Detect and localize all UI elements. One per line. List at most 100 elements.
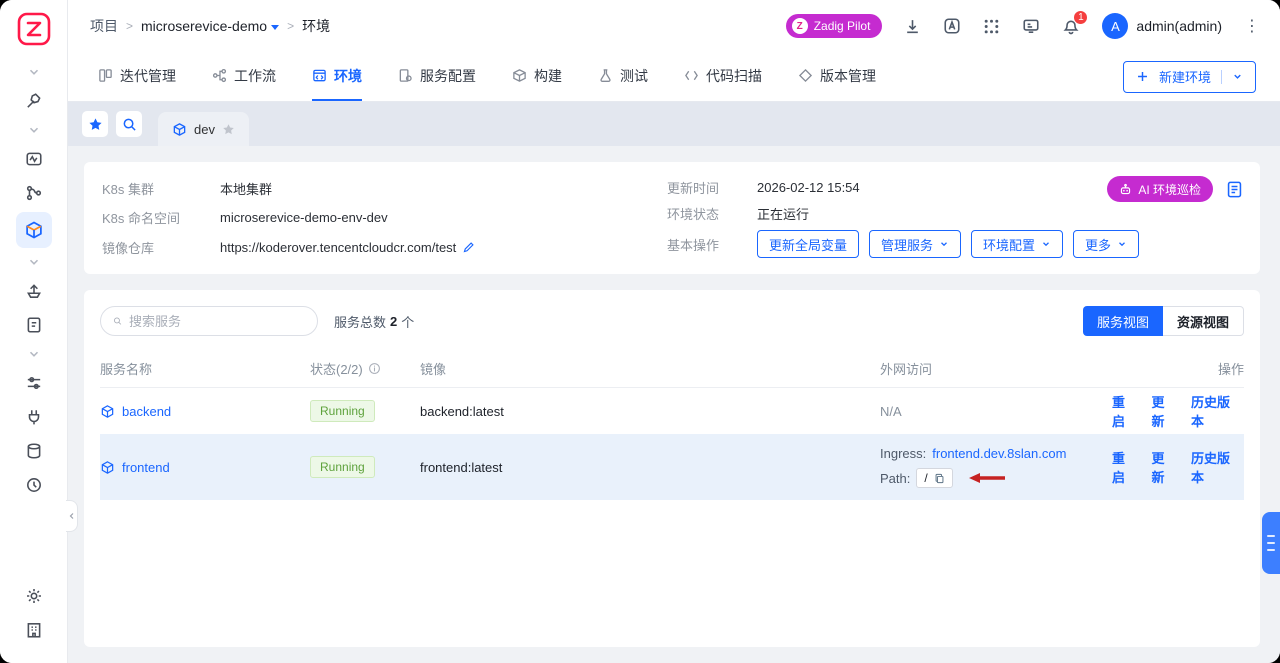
sidebar-bottom-group (16, 581, 52, 649)
ingress-label: Ingress: (880, 446, 926, 461)
zadig-logo[interactable] (17, 12, 51, 46)
col-status-label: 状态(2/2) (310, 359, 363, 378)
breadcrumb-separator: > (126, 19, 133, 33)
avatar: A (1102, 13, 1128, 39)
table-header: 服务名称 状态(2/2) 镜像 外网访问 操作 (100, 350, 1244, 388)
services-card: 服务总数 2 个 服务视图 资源视图 服务名称 状态(2/2) (84, 290, 1260, 647)
resource-view-toggle[interactable]: 资源视图 (1163, 306, 1244, 336)
topbar-actions: Z Zadig Pilot 1 (786, 13, 1260, 39)
more-button[interactable]: 更多 (1073, 230, 1139, 258)
env-info-left: K8s 集群 本地集群 K8s 命名空间 microserevice-demo-… (102, 178, 667, 258)
user-menu[interactable]: A admin(admin) (1102, 13, 1222, 39)
organization-icon[interactable] (16, 615, 52, 645)
settings-gear-icon[interactable] (16, 581, 52, 611)
service-actions: 重启 更新 历史版本 (1112, 392, 1244, 430)
delivery-icon[interactable] (16, 276, 52, 306)
tab-environments[interactable]: 环境 (312, 52, 362, 101)
copy-icon[interactable] (934, 473, 945, 484)
restart-link[interactable]: 重启 (1112, 448, 1138, 486)
tab-build[interactable]: 构建 (512, 52, 562, 101)
status-value: 正在运行 (757, 204, 1242, 223)
sidebar-env-group-icon[interactable] (16, 252, 52, 272)
env-tab-dev[interactable]: dev (158, 112, 249, 146)
registry-value: https://koderover.tencentcloudcr.com/tes… (220, 240, 456, 255)
tab-label: 构建 (534, 66, 562, 86)
restart-link[interactable]: 重启 (1112, 392, 1138, 430)
ai-inspection-button[interactable]: AI 环境巡检 (1107, 176, 1213, 202)
env-log-icon[interactable] (1225, 180, 1244, 199)
build-tools-icon[interactable] (16, 86, 52, 116)
update-link[interactable]: 更新 (1152, 392, 1178, 430)
workflow-icon[interactable] (16, 144, 52, 174)
sidebar-collapse-handle[interactable] (66, 500, 78, 532)
service-view-toggle[interactable]: 服务视图 (1083, 306, 1163, 336)
breadcrumb-root[interactable]: 项目 (90, 16, 118, 36)
breadcrumb-current-page: 环境 (302, 16, 330, 36)
test-icon[interactable] (16, 178, 52, 208)
favorite-envs-button[interactable] (82, 111, 108, 137)
sidebar-tools-group-icon[interactable] (16, 344, 52, 364)
tab-label: 服务配置 (420, 66, 476, 86)
clock-icon[interactable] (16, 470, 52, 500)
robot-icon (1119, 183, 1132, 196)
integration-icon[interactable] (16, 402, 52, 432)
updated-label: 更新时间 (667, 178, 757, 197)
language-icon[interactable] (943, 17, 961, 35)
tab-code-scan[interactable]: 代码扫描 (684, 52, 762, 101)
history-link[interactable]: 历史版本 (1191, 392, 1242, 430)
update-link[interactable]: 更新 (1152, 448, 1178, 486)
search-envs-button[interactable] (116, 111, 142, 137)
button-label: 更新全局变量 (769, 235, 847, 254)
tab-release[interactable]: 版本管理 (798, 52, 876, 101)
sidebar-collapse-group-icon[interactable] (16, 62, 52, 82)
service-cube-icon (100, 404, 115, 419)
basic-ops-label: 基本操作 (667, 235, 757, 254)
display-icon[interactable] (1022, 17, 1040, 35)
download-icon[interactable] (904, 18, 921, 35)
chevron-down-icon (1117, 239, 1127, 249)
tab-label: 测试 (620, 66, 648, 86)
service-name: frontend (122, 460, 170, 475)
breadcrumb: 项目 > microserevice-demo > 环境 (90, 16, 330, 36)
environment-info-card: K8s 集群 本地集群 K8s 命名空间 microserevice-demo-… (84, 162, 1260, 274)
service-link-frontend[interactable]: frontend (100, 460, 310, 475)
data-storage-icon[interactable] (16, 436, 52, 466)
annotation-arrow-icon (969, 472, 1005, 484)
edit-registry-icon[interactable] (462, 241, 475, 254)
chevron-down-icon (1232, 71, 1243, 82)
tab-service-config[interactable]: 服务配置 (398, 52, 476, 101)
env-tab-label: dev (194, 122, 215, 137)
sliders-icon[interactable] (16, 368, 52, 398)
notification-bell-icon[interactable]: 1 (1062, 17, 1080, 35)
search-icon (113, 314, 122, 328)
service-link-backend[interactable]: backend (100, 404, 310, 419)
update-global-vars-button[interactable]: 更新全局变量 (757, 230, 859, 258)
tab-iteration[interactable]: 迭代管理 (98, 52, 176, 101)
chevron-down-icon (939, 239, 949, 249)
more-options-icon[interactable]: ⋮ (1244, 16, 1260, 36)
service-name: backend (122, 404, 171, 419)
zadig-pilot-button[interactable]: Z Zadig Pilot (786, 14, 883, 38)
col-name: 服务名称 (100, 359, 310, 378)
history-link[interactable]: 历史版本 (1191, 448, 1242, 486)
pilot-label: Zadig Pilot (814, 19, 871, 33)
feedback-tab[interactable] (1262, 512, 1280, 574)
tab-workflow[interactable]: 工作流 (212, 52, 276, 101)
new-environment-button[interactable]: 新建环境 (1123, 61, 1256, 93)
ai-inspection-label: AI 环境巡检 (1138, 181, 1201, 198)
sidebar-project-group-icon[interactable] (16, 120, 52, 140)
tab-test[interactable]: 测试 (598, 52, 648, 101)
document-icon[interactable] (16, 310, 52, 340)
service-search-input[interactable] (129, 314, 305, 329)
ingress-link[interactable]: frontend.dev.8slan.com (932, 446, 1066, 461)
service-total: 服务总数 2 个 (334, 312, 414, 331)
star-icon[interactable] (222, 123, 235, 136)
breadcrumb-project-select[interactable]: microserevice-demo (141, 18, 279, 34)
apps-grid-icon[interactable] (983, 18, 1000, 35)
chevron-down-icon (271, 25, 279, 30)
env-config-button[interactable]: 环境配置 (971, 230, 1063, 258)
info-icon[interactable] (368, 362, 381, 375)
manage-services-button[interactable]: 管理服务 (869, 230, 961, 258)
environments-icon[interactable] (16, 212, 52, 248)
service-image: frontend:latest (420, 460, 880, 475)
